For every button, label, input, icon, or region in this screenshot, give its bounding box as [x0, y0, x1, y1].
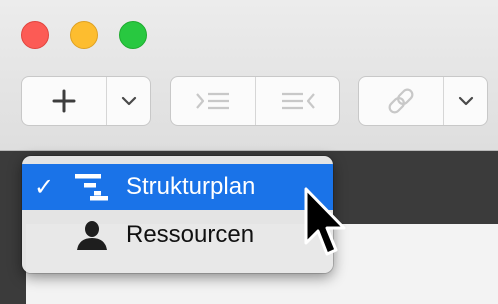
checkmark-icon: ✓	[34, 174, 55, 201]
link-button[interactable]	[359, 77, 443, 125]
view-menu: ✓ Strukturplan Ressourcen	[22, 156, 333, 273]
chevron-down-icon	[121, 96, 136, 106]
add-menu-button[interactable]	[106, 77, 150, 125]
outline-structure-icon	[75, 174, 108, 201]
plus-icon	[52, 89, 76, 113]
link-button-group	[358, 76, 488, 126]
maximize-button[interactable]	[119, 21, 147, 49]
person-icon	[77, 221, 107, 250]
add-button[interactable]	[22, 77, 106, 125]
menu-item-strukturplan[interactable]: ✓ Strukturplan	[22, 164, 333, 210]
window-titlebar	[0, 0, 498, 151]
mouse-pointer-icon	[304, 187, 346, 256]
chevron-down-icon	[458, 96, 473, 106]
menu-item-label: Ressourcen	[126, 221, 255, 248]
close-button[interactable]	[21, 21, 49, 49]
indent-button[interactable]	[171, 77, 255, 125]
indent-button-group	[170, 76, 340, 126]
indent-icon	[196, 92, 230, 110]
link-menu-button[interactable]	[443, 77, 487, 125]
link-icon	[388, 88, 414, 114]
add-button-group	[21, 76, 151, 126]
outdent-button[interactable]	[255, 77, 339, 125]
menu-item-label: Strukturplan	[126, 173, 256, 200]
minimize-button[interactable]	[70, 21, 98, 49]
outdent-icon	[281, 92, 315, 110]
menu-item-ressourcen[interactable]: Ressourcen	[22, 212, 333, 258]
